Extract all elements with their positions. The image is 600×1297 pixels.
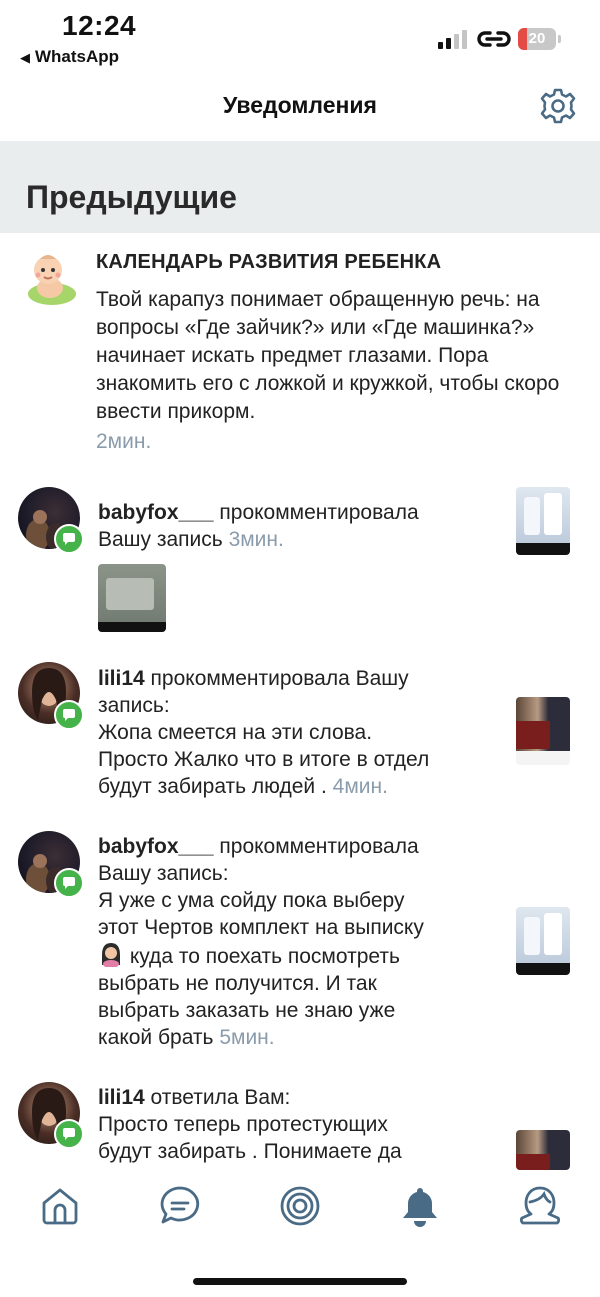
gear-icon[interactable] [539,87,577,125]
comment-line: выбрать не получится. И так [98,972,377,995]
action-text-cont: Вашу запись: [98,862,229,885]
back-triangle-icon: ◀ [20,50,30,65]
battery-icon: 20 [518,28,561,50]
action-text: прокомментировала [213,835,419,858]
chat-icon[interactable] [158,1184,202,1228]
navigation-bar: Уведомления [0,80,600,140]
comment-line: будут забирать . Понимаете да [98,1140,402,1163]
comment-line: будут забирать людей . [98,775,333,798]
personal-hotspot-icon [477,31,511,47]
comment-line: Я уже с ума сойду пока выберу [98,889,405,912]
time-ago: 4мин. [332,775,388,798]
time-ago: 5мин. [219,1026,275,1049]
battery-percent: 20 [528,30,546,47]
cellular-signal-icon [438,29,470,49]
comment-line: этот Чертов комплект на выписку [98,916,424,939]
comment-badge-icon [54,868,84,898]
action-text-cont: Вашу запись [98,528,229,551]
calendar-title: КАЛЕНДАРЬ РАЗВИТИЯ РЕБЕНКА [96,251,442,273]
tab-bar [0,1170,600,1250]
username[interactable]: lili14 [98,1086,145,1109]
action-text: прокомментировала Вашу [144,667,409,690]
notification-text: babyfox___ прокомментировала Вашу запись… [98,833,508,1051]
back-app-label: WhatsApp [35,47,120,66]
home-icon[interactable] [38,1184,82,1228]
comment-line: Жопа смеется на эти слова. [98,721,373,744]
username[interactable]: babyfox___ [98,501,214,524]
comment-line: Просто Жалко что в итоге в отдел [98,748,430,771]
bell-icon[interactable] [398,1184,442,1228]
status-bar: 12:24 ◀ WhatsApp 20 [0,0,600,80]
comment-badge-icon [54,700,84,730]
comment-line: Просто теперь протестующих [98,1113,388,1136]
notification-text: lili14 ответила Вам: Просто теперь проте… [98,1084,508,1165]
comment-badge-icon [54,524,84,554]
profile-icon[interactable] [518,1184,562,1228]
calendar-time: 2мин. [96,430,152,453]
comment-line: выбрать заказать не знаю уже [98,999,396,1022]
calendar-body: Твой карапуз понимает обращенную речь: н… [96,288,560,423]
username[interactable]: babyfox___ [98,835,214,858]
time-ago: 3мин. [228,528,284,551]
home-indicator[interactable] [193,1278,407,1285]
comment-line: куда то поехать посмотреть [124,945,400,968]
comment-line: какой брать [98,1026,220,1049]
target-icon[interactable] [278,1184,322,1228]
post-thumbnail[interactable] [516,487,570,555]
baby-icon [28,255,76,305]
facepalm-emoji-icon [98,941,124,968]
username[interactable]: lili14 [98,667,145,690]
comment-badge-icon [54,1119,84,1149]
notification-text: babyfox___ прокомментировала Вашу запись… [98,499,508,553]
post-thumbnail[interactable] [516,907,570,975]
post-thumbnail[interactable] [516,1130,570,1170]
section-header: Предыдущие [0,141,600,233]
section-title: Предыдущие [26,179,237,215]
action-text-cont: запись: [98,694,170,717]
comment-image-thumbnail[interactable] [98,564,166,632]
action-text: ответила Вам: [144,1086,291,1109]
back-to-app-link[interactable]: ◀ WhatsApp [20,47,119,67]
action-text: прокомментировала [213,501,419,524]
clock: 12:24 [62,10,137,41]
page-title: Уведомления [223,92,377,118]
post-thumbnail[interactable] [516,697,570,765]
notification-text: lili14 прокомментировала Вашу запись: Жо… [98,665,508,800]
